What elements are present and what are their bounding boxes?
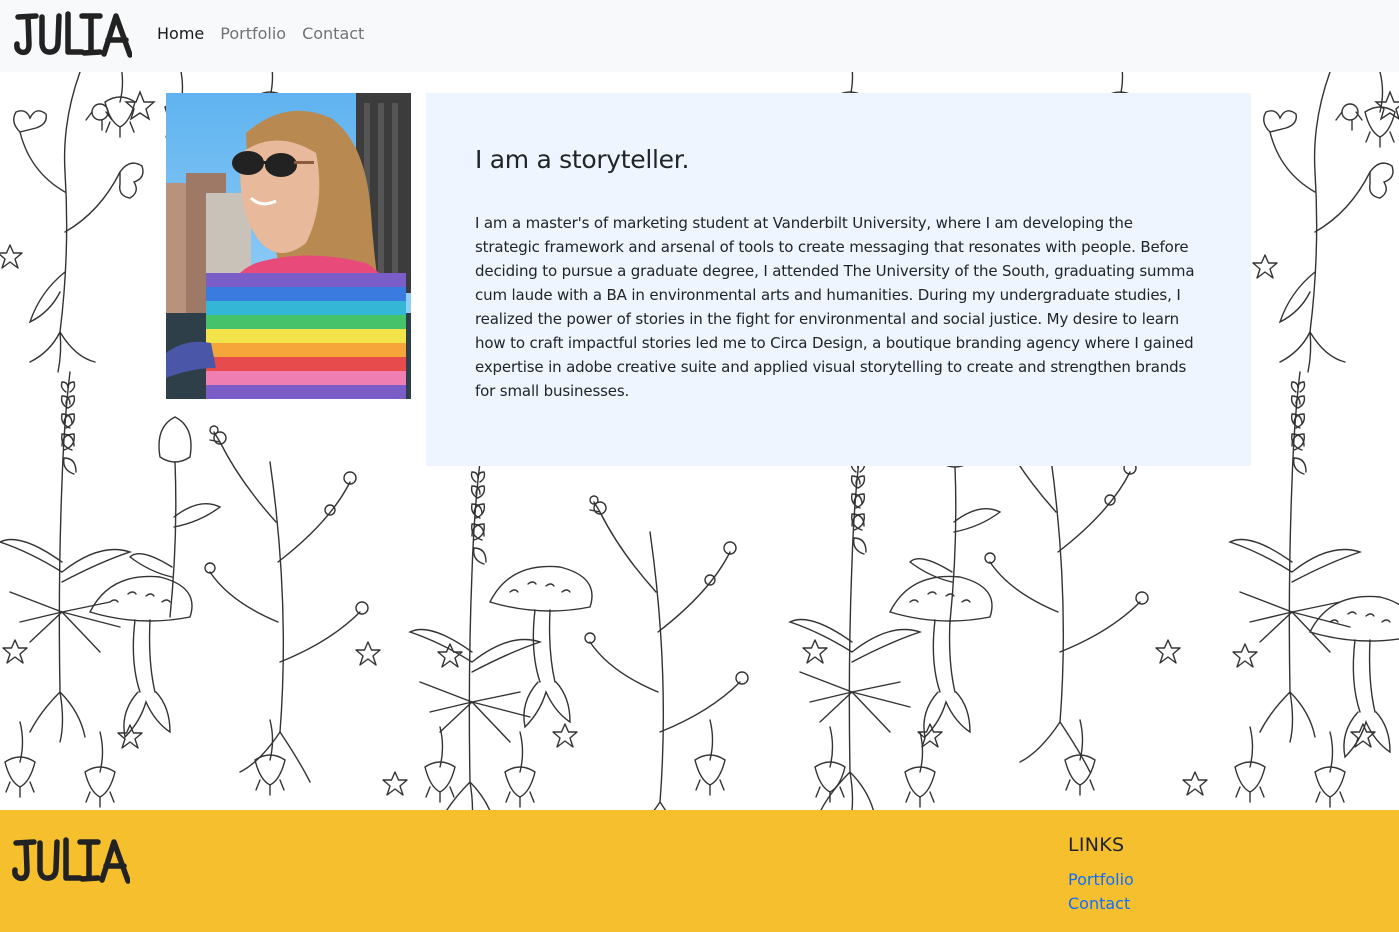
- footer: LINKS Portfolio Contact: [0, 810, 1399, 932]
- footer-links: LINKS Portfolio Contact: [1068, 832, 1134, 916]
- bio-card: I am a storyteller. I am a master's of m…: [426, 93, 1251, 466]
- navbar: Home Portfolio Contact: [0, 0, 1399, 72]
- brand-logo[interactable]: [14, 8, 133, 62]
- profile-photo: [166, 93, 411, 399]
- footer-brand-logo[interactable]: [12, 834, 131, 888]
- nav-portfolio-link[interactable]: Portfolio: [220, 24, 286, 43]
- julia-logo-icon: [14, 11, 133, 58]
- bio-text: I am a master's of marketing student at …: [475, 214, 1195, 400]
- footer-links-heading: LINKS: [1068, 834, 1125, 856]
- footer-contact-link[interactable]: Contact: [1068, 892, 1134, 916]
- nav-contact-link[interactable]: Contact: [302, 24, 364, 43]
- nav-links: Home Portfolio Contact: [157, 24, 364, 43]
- julia-logo-icon: [12, 837, 131, 884]
- hero-section: I am a storyteller. I am a master's of m…: [0, 72, 1399, 810]
- profile-photo-icon: [166, 93, 411, 399]
- footer-portfolio-link[interactable]: Portfolio: [1068, 868, 1134, 892]
- nav-home-link[interactable]: Home: [157, 24, 204, 43]
- bio-heading: I am a storyteller.: [475, 145, 690, 174]
